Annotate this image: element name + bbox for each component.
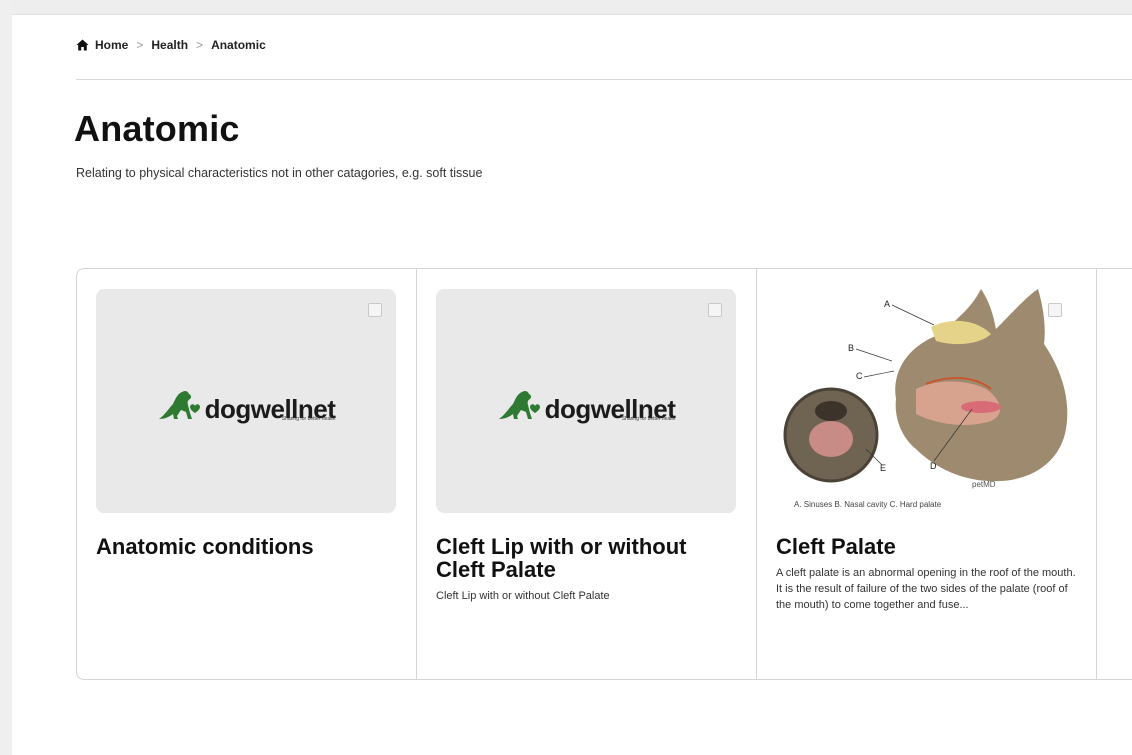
card-description: Cleft Lip with or without Cleft Palate <box>436 590 610 603</box>
label-c: C <box>856 371 863 381</box>
illustration-credit: petMD <box>972 480 996 489</box>
dogwellnet-logo: dogwellnet Sharing for better health <box>157 386 336 422</box>
breadcrumb-current: Anatomic <box>211 38 266 52</box>
dog-heart-icon <box>498 390 540 419</box>
breadcrumb-home-link[interactable]: Home <box>95 38 128 52</box>
checkbox-icon[interactable] <box>368 303 382 317</box>
breadcrumb-separator: > <box>196 38 204 52</box>
card-cleft-lip[interactable]: dogwellnet Sharing for better health Cle… <box>417 269 757 679</box>
card-grid: dogwellnet Sharing for better health Ana… <box>76 268 1132 680</box>
logo-tagline: Sharing for better health <box>621 416 676 422</box>
dogwellnet-logo: dogwellnet Sharing for better health <box>497 386 676 422</box>
page-title: Anatomic <box>74 108 240 149</box>
checkbox-icon[interactable] <box>708 303 722 317</box>
breadcrumb-health-link[interactable]: Health <box>151 38 188 52</box>
logo-tagline: Sharing for better health <box>281 416 336 422</box>
home-icon <box>76 39 89 51</box>
breadcrumb-separator: > <box>136 38 144 52</box>
breadcrumb-divider <box>76 79 1132 80</box>
card-image[interactable]: dogwellnet Sharing for better health <box>436 289 736 513</box>
label-d: D <box>930 461 937 471</box>
card-anatomic-conditions[interactable]: dogwellnet Sharing for better health Ana… <box>77 269 417 679</box>
browser-left-edge <box>0 0 12 755</box>
card-cleft-palate[interactable]: A B C D E petMD A. Sinuses B. Nasal cavi… <box>757 269 1097 679</box>
checkbox-icon[interactable] <box>1048 303 1062 317</box>
label-a: A <box>884 299 890 309</box>
dog-anatomy-illustration: A B C D E petMD A. Sinuses B. Nasal cavi… <box>783 289 1068 509</box>
card-title[interactable]: Cleft Lip with or without Cleft Palate <box>436 535 737 581</box>
card-image[interactable]: dogwellnet Sharing for better health <box>96 289 396 513</box>
label-e: E <box>880 463 886 473</box>
illustration-caption: A. Sinuses B. Nasal cavity C. Hard palat… <box>794 500 942 509</box>
browser-top-edge <box>0 0 1132 15</box>
dog-heart-icon <box>158 390 200 419</box>
card-title[interactable]: Anatomic conditions <box>96 535 397 558</box>
card-partial-next[interactable] <box>1097 269 1132 679</box>
page-description: Relating to physical characteristics not… <box>76 166 483 180</box>
breadcrumb: Home > Health > Anatomic <box>76 38 266 52</box>
card-description: A cleft palate is an abnormal opening in… <box>776 567 1076 611</box>
label-b: B <box>848 343 854 353</box>
card-title[interactable]: Cleft Palate <box>776 535 1077 558</box>
card-image[interactable]: A B C D E petMD A. Sinuses B. Nasal cavi… <box>776 289 1076 513</box>
